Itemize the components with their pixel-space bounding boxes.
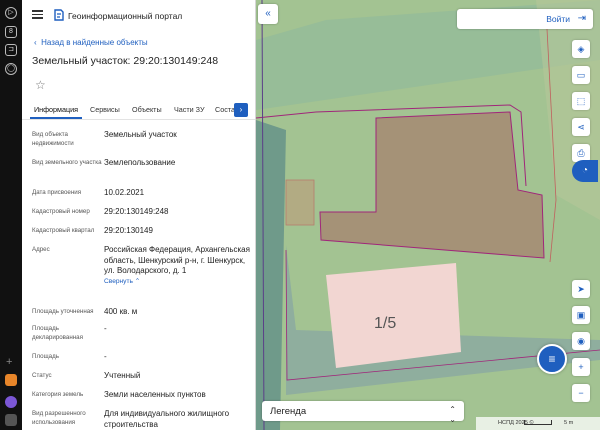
share-icon[interactable]: ⋖ — [572, 118, 590, 136]
address-text: Российская Федерация, Архангельская обла… — [104, 245, 250, 275]
login-label[interactable]: Войти — [546, 14, 570, 24]
settings-app-icon[interactable] — [5, 414, 17, 426]
detail-value: Для индивидуального жилищного строительс… — [104, 409, 230, 429]
back-link-label[interactable]: Назад в найденные объекты — [41, 38, 148, 47]
tab-objects[interactable]: Объекты — [132, 105, 162, 114]
detail-label: Дата присвоения — [32, 189, 82, 196]
detail-label: Кадастровый квартал — [32, 227, 95, 234]
back-to-results-link[interactable]: ‹ Назад в найденные объекты — [34, 38, 148, 47]
active-tab-indicator — [30, 117, 82, 119]
detail-label: Площадь уточненная — [32, 308, 94, 315]
info-tabs: Информация Сервисы Объекты Части ЗУ Сост… — [22, 100, 255, 120]
scale-label: 5 m — [564, 420, 574, 426]
detail-value: Землепользование — [104, 158, 176, 167]
portal-title: Геоинформационный портал — [68, 11, 183, 21]
circle-app-icon[interactable]: ◯ — [5, 63, 17, 75]
detail-value: - — [104, 352, 107, 361]
detail-value: Учтенный — [104, 371, 141, 380]
login-button[interactable]: Войти ⇥ — [457, 9, 593, 29]
legend-dropdown[interactable]: Легенда ⌃ ⌄ — [262, 401, 464, 424]
detail-label: Площадь декларированная — [32, 325, 83, 342]
login-icon[interactable]: ⇥ — [578, 13, 586, 25]
locate-icon[interactable]: ➤ — [572, 280, 590, 298]
chevron-up-icon[interactable]: ⌃ — [135, 278, 141, 285]
app-icon-8[interactable]: 8 — [5, 26, 17, 38]
chat-bubble-icon[interactable]: ◔ — [572, 160, 598, 182]
play-icon[interactable]: ▷ — [5, 7, 17, 19]
tab-land-parts[interactable]: Части ЗУ — [174, 105, 205, 114]
tab-information[interactable]: Информация — [34, 105, 78, 114]
chat-assistant-button[interactable]: ≡ — [537, 344, 567, 374]
chevron-updown-icon[interactable]: ⌃ ⌄ — [449, 405, 456, 425]
detail-label: Кадастровый номер — [32, 208, 90, 215]
detail-value: Земельный участок — [104, 130, 177, 139]
orange-app-icon[interactable] — [5, 374, 17, 386]
purple-app-icon[interactable] — [5, 396, 17, 408]
detail-label: Статус — [32, 372, 52, 379]
detail-label: Вид земельного участка — [32, 159, 102, 166]
app-icon-bracket[interactable]: ⊐ — [5, 44, 17, 56]
zoom-out-button[interactable]: − — [572, 384, 590, 402]
collapse-label[interactable]: Свернуть — [104, 278, 133, 285]
tab-composition[interactable]: Соста — [215, 105, 235, 114]
detail-label: Вид объекта недвижимости — [32, 131, 74, 148]
screen-icon[interactable]: ▣ — [572, 306, 590, 324]
detail-value: 29:20:130149:248 — [104, 207, 169, 216]
detail-label: Вид разрешенного использования — [32, 410, 86, 427]
detail-label: Площадь — [32, 353, 59, 360]
add-app-icon[interactable]: + — [6, 356, 12, 368]
collapse-address-link[interactable]: Свернуть ⌃ — [104, 277, 254, 288]
detail-value: 29:20:130149 — [104, 226, 153, 235]
tabs-scroll-right-icon[interactable]: › — [234, 103, 248, 117]
detail-value: - — [104, 324, 107, 333]
layers-icon[interactable]: ◈ — [572, 40, 590, 58]
scale-bar — [524, 420, 552, 425]
favorite-star-icon[interactable]: ☆ — [35, 78, 46, 92]
select-area-icon[interactable]: ⬚ — [572, 92, 590, 110]
building-label: 1/5 — [374, 315, 396, 332]
location-pin-icon[interactable]: ◉ — [572, 332, 590, 350]
detail-value: 400 кв. м — [104, 307, 138, 316]
detail-value: Российская Федерация, Архангельская обла… — [104, 245, 254, 287]
detail-label: Категория земель — [32, 391, 84, 398]
object-title: Земельный участок: 29:20:130149:248 — [32, 55, 219, 67]
object-info-panel: Геоинформационный портал ‹ Назад в найде… — [22, 0, 256, 430]
legend-label[interactable]: Легенда — [270, 406, 306, 417]
panel-header: Геоинформационный портал — [22, 0, 255, 32]
app-rail: ▷ 8 ⊐ ◯ + — [0, 0, 22, 430]
detail-value: 10.02.2021 — [104, 188, 145, 197]
ruler-icon[interactable]: ▭ — [572, 66, 590, 84]
portal-logo-icon — [54, 9, 64, 21]
detail-label: Адрес — [32, 246, 50, 253]
tab-services[interactable]: Сервисы — [90, 105, 120, 114]
detail-value: Земли населенных пунктов — [104, 390, 206, 399]
chat-lines-icon[interactable]: ≡ — [548, 352, 555, 366]
menu-icon[interactable] — [32, 10, 43, 19]
zoom-in-button[interactable]: + — [572, 358, 590, 376]
collapse-panel-button[interactable]: « — [258, 4, 278, 24]
